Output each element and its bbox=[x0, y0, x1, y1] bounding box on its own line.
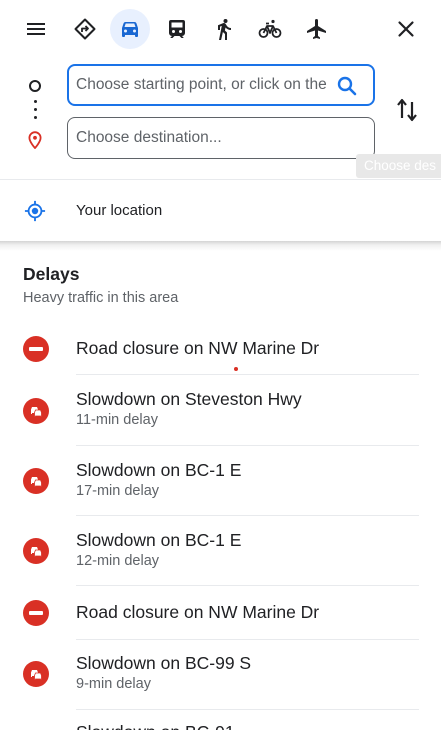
mode-transit-button[interactable] bbox=[157, 9, 197, 49]
close-directions-button[interactable] bbox=[386, 9, 426, 49]
my-location-icon bbox=[24, 200, 46, 222]
traffic-slowdown-icon bbox=[23, 538, 49, 564]
section-separator bbox=[0, 241, 441, 251]
menu-button[interactable] bbox=[16, 9, 56, 49]
train-icon bbox=[169, 20, 185, 38]
destination-pin-icon bbox=[28, 131, 42, 149]
mode-best-route-button[interactable] bbox=[65, 9, 105, 49]
delay-item[interactable]: Slowdown on BC-91 bbox=[0, 710, 441, 730]
delay-title: Slowdown on BC-91 bbox=[76, 722, 235, 730]
your-location-label: Your location bbox=[76, 202, 163, 219]
your-location-option[interactable]: Your location bbox=[0, 179, 441, 241]
close-icon bbox=[398, 21, 414, 37]
starting-point-field[interactable] bbox=[67, 64, 375, 106]
car-collision-icon bbox=[31, 670, 42, 681]
starting-point-input[interactable] bbox=[76, 76, 331, 94]
destination-tooltip: Choose des bbox=[356, 154, 441, 178]
delay-title: Slowdown on Steveston Hwy bbox=[76, 389, 302, 409]
mode-walking-button[interactable] bbox=[204, 9, 244, 49]
delay-title: Slowdown on BC-1 E bbox=[76, 460, 242, 480]
walk-icon bbox=[218, 19, 231, 40]
mode-driving-button[interactable] bbox=[110, 9, 150, 49]
road-closure-icon bbox=[23, 336, 49, 362]
mode-cycling-button[interactable] bbox=[250, 9, 290, 49]
delays-heading: Delays bbox=[23, 264, 80, 284]
car-icon bbox=[122, 22, 138, 37]
delay-item[interactable]: Slowdown on BC-1 E 17-min delay bbox=[0, 446, 441, 516]
start-point-marker-icon bbox=[29, 80, 41, 92]
delay-title: Slowdown on BC-99 S bbox=[76, 653, 252, 673]
delay-title: Slowdown on BC-1 E bbox=[76, 530, 242, 550]
destination-input[interactable] bbox=[76, 129, 331, 147]
delay-title: Road closure on NW Marine Dr bbox=[76, 602, 320, 622]
menu-icon bbox=[27, 23, 45, 35]
delay-item[interactable]: Road closure on NW Marine Dr bbox=[0, 321, 441, 375]
airplane-icon bbox=[307, 19, 326, 39]
traffic-slowdown-icon bbox=[23, 398, 49, 424]
travel-mode-toolbar bbox=[0, 0, 441, 58]
incident-marker-dot bbox=[234, 367, 238, 371]
route-dot-icon bbox=[34, 100, 37, 103]
route-dot-icon bbox=[34, 108, 37, 111]
car-collision-icon bbox=[31, 547, 42, 558]
delay-detail: 11-min delay bbox=[76, 412, 158, 428]
directions-diamond-icon bbox=[74, 18, 96, 40]
destination-field[interactable] bbox=[67, 117, 375, 159]
delay-detail: 12-min delay bbox=[76, 553, 160, 569]
road-closure-icon bbox=[23, 600, 49, 626]
swap-direction-icon[interactable] bbox=[394, 96, 420, 124]
route-input-panel: Choose des bbox=[0, 58, 441, 178]
traffic-slowdown-icon bbox=[23, 661, 49, 687]
delay-item[interactable]: Road closure on NW Marine Dr bbox=[0, 586, 441, 640]
delay-detail: 9-min delay bbox=[76, 676, 151, 692]
delays-subtitle: Heavy traffic in this area bbox=[23, 290, 179, 306]
traffic-slowdown-icon bbox=[23, 468, 49, 494]
delay-item[interactable]: Slowdown on BC-1 E 12-min delay bbox=[0, 516, 441, 586]
car-collision-icon bbox=[31, 407, 42, 418]
car-collision-icon bbox=[31, 477, 42, 488]
mode-flights-button[interactable] bbox=[297, 9, 337, 49]
delay-item[interactable]: Slowdown on Steveston Hwy 11-min delay bbox=[0, 375, 441, 446]
search-icon[interactable] bbox=[335, 74, 359, 98]
delay-detail: 17-min delay bbox=[76, 483, 160, 499]
bicycle-icon bbox=[258, 19, 282, 38]
route-dot-icon bbox=[34, 116, 37, 119]
delay-title: Road closure on NW Marine Dr bbox=[76, 338, 320, 358]
delay-item[interactable]: Slowdown on BC-99 S 9-min delay bbox=[0, 640, 441, 710]
